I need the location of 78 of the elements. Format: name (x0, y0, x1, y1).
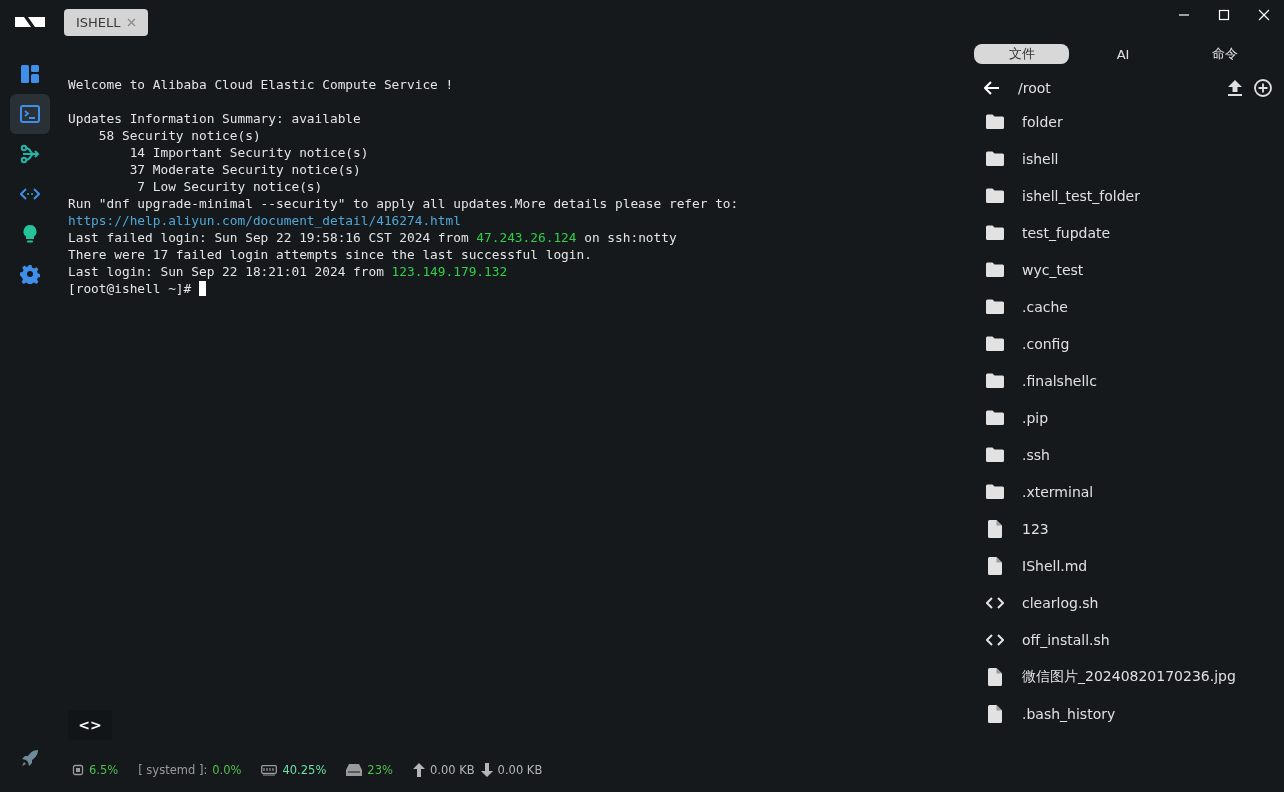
memory-usage: 40.25% (282, 763, 327, 777)
branch-flow-icon[interactable] (20, 144, 40, 164)
memory-icon (261, 764, 278, 776)
code-icon (986, 596, 1004, 609)
terminal-line: 58 Security notice(s) (97, 127, 262, 144)
folder-icon (986, 373, 1004, 388)
close-icon[interactable] (1258, 9, 1270, 21)
text-cursor (199, 281, 206, 296)
file-name: wyc_test (1022, 261, 1084, 278)
folder-icon (986, 336, 1004, 351)
terminal-line: Last login: Sun Sep 22 18:21:01 2024 from 123.149.179.132 (68, 263, 509, 280)
terminal-line: [root@ishell ~]# (68, 280, 972, 297)
cpu-usage: 6.5% (89, 763, 119, 777)
folder-icon (986, 114, 1004, 129)
folder-icon (986, 299, 1004, 314)
file-name: test_fupdate (1022, 224, 1111, 241)
panel-tab[interactable]: 命令 (1177, 44, 1272, 64)
download-rate: 0.00 KB (497, 763, 543, 777)
terminal-line: 14 Important Security notice(s) (128, 144, 370, 161)
back-arrow-icon[interactable] (984, 81, 1000, 95)
add-circle-icon[interactable] (1254, 79, 1272, 97)
process-usage: 0.0% (212, 763, 242, 777)
maximize-icon[interactable] (1218, 9, 1230, 21)
process-label: [ systemd ]: (138, 763, 208, 777)
file-name: IShell.md (1022, 557, 1088, 574)
file-name: .finalshellc (1022, 372, 1097, 389)
terminal-line: Last failed login: Sun Sep 22 19:58:16 CST 2024 from 47.243.26.124 on ssh:notty (68, 229, 678, 246)
folder-icon (986, 188, 1004, 203)
terminal-icon[interactable] (20, 105, 40, 123)
panel-tab[interactable]: AI (1075, 44, 1171, 64)
folder-icon (986, 484, 1004, 499)
settings-icon[interactable] (20, 264, 40, 284)
arrow-down-icon (480, 763, 493, 777)
disk-usage: 23% (367, 763, 393, 777)
file-name: ishell (1022, 150, 1059, 167)
code-icon (986, 633, 1004, 646)
file-name: .bash_history (1022, 705, 1116, 722)
arrow-up-icon (412, 763, 425, 777)
terminal-line: 37 Moderate Security notice(s) (128, 161, 362, 178)
terminal-line: Welcome to Alibaba Cloud Elastic Compute Service ! (68, 76, 455, 93)
lightbulb-icon[interactable] (22, 224, 38, 244)
folder-icon (986, 410, 1004, 425)
file-name: folder (1022, 113, 1063, 130)
session-tab[interactable]: ISHELL (64, 8, 148, 36)
file-name: .ssh (1022, 446, 1050, 463)
folder-icon (986, 151, 1004, 166)
terminal-line: https://help.aliyun.com/document_detail/416274.html (68, 212, 462, 229)
app-logo (15, 17, 45, 27)
file-icon (988, 704, 1002, 723)
file-name: off_install.sh (1022, 631, 1110, 648)
upload-rate: 0.00 KB (429, 763, 475, 777)
folder-icon (986, 225, 1004, 240)
terminal-line: There were 17 failed login attempts since the last successful login. (68, 246, 593, 263)
terminal-line: Run "dnf upgrade-minimal --security" to apply all updates.More details please refer to: (68, 195, 740, 212)
terminal-line: 7 Low Security notice(s) (136, 178, 324, 195)
file-name: 123 (1022, 520, 1049, 537)
folder-icon (986, 447, 1004, 462)
current-path: /root (1018, 80, 1052, 96)
file-name: .xterminal (1022, 483, 1094, 500)
rocket-icon[interactable] (21, 749, 39, 767)
file-name: .config (1022, 335, 1070, 352)
code-toggle-button[interactable]: <> (68, 710, 112, 740)
file-icon (988, 667, 1002, 686)
dashboard-icon[interactable] (20, 64, 40, 84)
file-name: .pip (1022, 409, 1049, 426)
cpu-icon (72, 764, 84, 776)
nav-button[interactable] (10, 94, 50, 134)
upload-icon[interactable] (1228, 80, 1242, 96)
file-name: clearlog.sh (1022, 594, 1099, 611)
file-icon (988, 519, 1002, 538)
terminal-line: Updates Information Summary: available (68, 110, 362, 127)
file-name: .cache (1022, 298, 1068, 315)
code-icon[interactable] (20, 187, 40, 201)
panel-tab[interactable]: 文件 (974, 44, 1069, 64)
folder-icon (986, 262, 1004, 277)
file-icon (988, 556, 1002, 575)
file-name: 微信图片_20240820170236.jpg (1022, 667, 1236, 686)
file-name: ishell_test_folder (1022, 187, 1140, 204)
